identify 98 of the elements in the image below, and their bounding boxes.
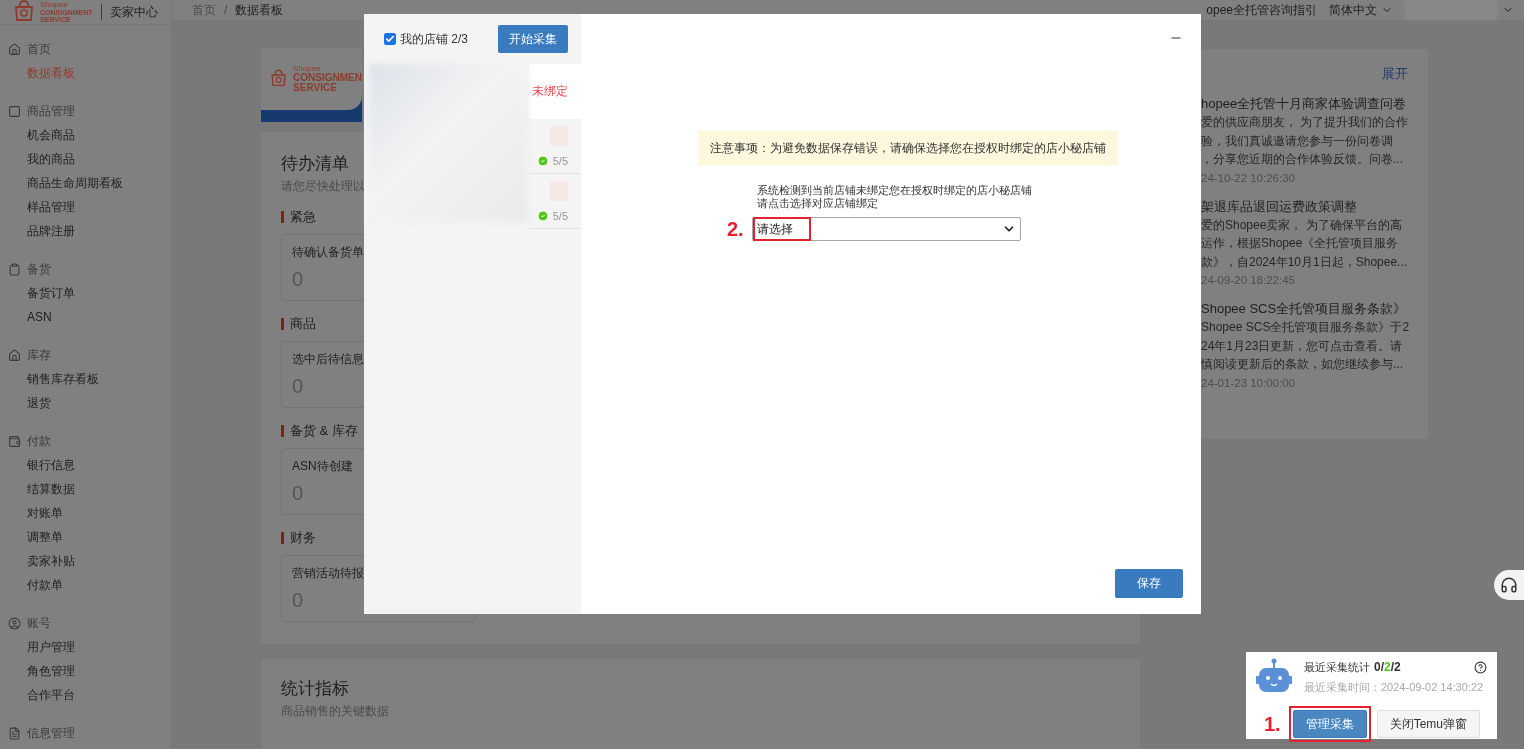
sidebar-item[interactable]: 银行信息 [0,453,75,477]
progress-text: 5/5 [552,154,568,167]
logo-text: Shopee [293,65,321,73]
app-title: 卖家中心 [109,3,158,21]
home-icon [8,42,21,56]
status-text: 未绑定 [532,83,568,100]
breadcrumb-link[interactable]: 数据看板 [235,1,284,19]
news-text: 爱的供应商朋友， 为了提升我们的合作 [1201,114,1410,131]
checkbox[interactable] [384,33,396,45]
section-label: 信息管理 [27,724,75,742]
tile-label: 营销活动待报 [292,565,365,582]
headset-icon [1500,576,1518,594]
message-text: 请点击选择对应店铺绑定 [757,197,879,210]
user-icon [8,616,21,630]
close-popup-button[interactable]: 关闭Temu弹窗 [1376,710,1481,738]
news-title[interactable]: Shopee SCS全托管项目服务条款》 [1201,300,1410,318]
shop-item[interactable]: 5/5 [529,174,581,229]
save-button[interactable]: 保存 [1115,569,1183,598]
accent-bar [281,532,284,544]
accent-bar [281,211,284,223]
sidebar-item[interactable]: 结算数据 [0,477,75,501]
card-title: 统计指标 [281,678,349,700]
logo-text: CONSIGNMEN [293,73,362,83]
section-label: 库存 [27,346,51,364]
sidebar-item[interactable]: ASN [0,305,52,329]
home-icon [8,348,21,362]
language-dropdown[interactable]: 简体中文 [1329,1,1393,19]
help-icon[interactable] [1474,660,1487,674]
news-text: 验，我们真诚邀请您参与一份问卷调 [1201,132,1394,150]
stats-count: 2 [1384,660,1391,674]
news-text: Shopee SCS全托管项目服务条款》于2 [1201,319,1410,336]
section-title: 商品 [290,315,316,333]
sidebar-item[interactable]: 机会商品 [0,123,75,147]
sidebar-item[interactable]: 对账单 [0,501,63,525]
checkbox-label: 我的店铺 2/3 [400,30,468,48]
progress-text: 5/5 [552,209,568,222]
sidebar-item[interactable]: 备货订单 [0,281,75,305]
news-text: 运作，根据Shopee《全托管项目服务 [1201,235,1400,252]
document-icon [8,726,21,740]
news-text: 慎阅读更新后的条款，如您继续参与... [1201,356,1404,373]
sidebar-item[interactable]: 卖家补贴 [0,549,75,573]
notice-banner: 注意事项：为避免数据保存错误，请确保选择您在授权时绑定的店小秘店铺 [698,131,1118,165]
manage-button[interactable]: 管理采集 [1292,710,1367,738]
start-button[interactable]: 开始采集 [498,25,568,53]
tile-label: ASN待创建 [292,458,354,475]
section-label: 备货 [27,260,51,278]
support-button[interactable] [1494,570,1524,600]
sidebar-item[interactable]: 调整单 [0,525,63,549]
message-text: 系统检测到当前店铺未绑定您在授权时绑定的店小秘店铺 [757,184,1033,197]
sidebar-item[interactable]: 品牌注册 [0,219,75,243]
section-label: 付款 [27,432,51,450]
shop-item[interactable]: 5/5 [529,119,581,174]
accent-bar [281,425,284,437]
news-title[interactable]: 架退库品退回运费政策调整 [1201,197,1410,216]
section-title: 紧急 [290,208,316,226]
sidebar-item[interactable]: 角色管理 [0,659,75,683]
expand-link[interactable]: 展开 [1382,65,1408,83]
step-number: 2. [727,217,744,241]
clipboard-icon [8,262,21,276]
sidebar-item[interactable]: 销售库存看板 [0,367,99,391]
shop-item[interactable]: 未绑定 [529,64,581,119]
highlight-box [752,217,811,241]
stats-count: 0/ [1374,660,1384,674]
bag-icon [12,0,36,24]
news-text: ，分享您近期的合作体验反馈。问卷... [1201,151,1404,168]
section-title: 财务 [290,529,316,547]
card-title: 待办清单 [281,153,349,175]
sidebar-item[interactable]: 合作平台 [0,683,75,707]
news-title[interactable]: hopee全托管十月商家体验调查问卷 [1201,95,1410,113]
tile-label: 选中后待信息 [292,351,365,368]
sidebar-item[interactable]: 用户管理 [0,635,75,659]
section-label: 商品管理 [27,102,75,120]
step-number: 1. [1264,712,1281,736]
section-title: 备货 & 库存 [290,422,358,440]
sidebar-item[interactable]: 商品生命周期看板 [0,171,123,195]
logo-text: Shopee [40,1,69,9]
sidebar-item[interactable]: 样品管理 [0,195,75,219]
stats-count: /2 [1390,660,1401,674]
accent-bar [281,318,284,330]
wallet-icon [8,434,21,448]
square-icon [8,104,21,118]
news-text: 爱的Shopee卖家， 为了确保平台的高 [1201,216,1403,234]
breadcrumb-separator: / [224,3,228,17]
stats-label: 最近采集统计 [1304,659,1370,675]
shop-select[interactable]: 请选择 [751,217,1021,241]
news-text: 款》，自2024年10月1日起，Shopee... [1201,253,1409,271]
tile-label: 待确认备货单 [292,244,365,261]
check-icon [536,154,549,167]
sidebar-item[interactable]: 我的商品 [0,147,75,171]
help-link[interactable]: opee全托管咨询指引 [1206,1,1317,19]
news-text: 24年1月23日更新，您可点击查看。请 [1201,337,1404,355]
check-icon [536,209,549,222]
sidebar-item[interactable]: 付款单 [0,573,63,597]
sidebar-item[interactable]: 退货 [0,391,51,415]
time-text: 最近采集时间：2024-09-02 14:30:22 [1304,680,1485,695]
section-label: 账号 [27,614,51,632]
section-label: 首页 [27,40,51,58]
logo-text: SERVICE [293,83,338,93]
